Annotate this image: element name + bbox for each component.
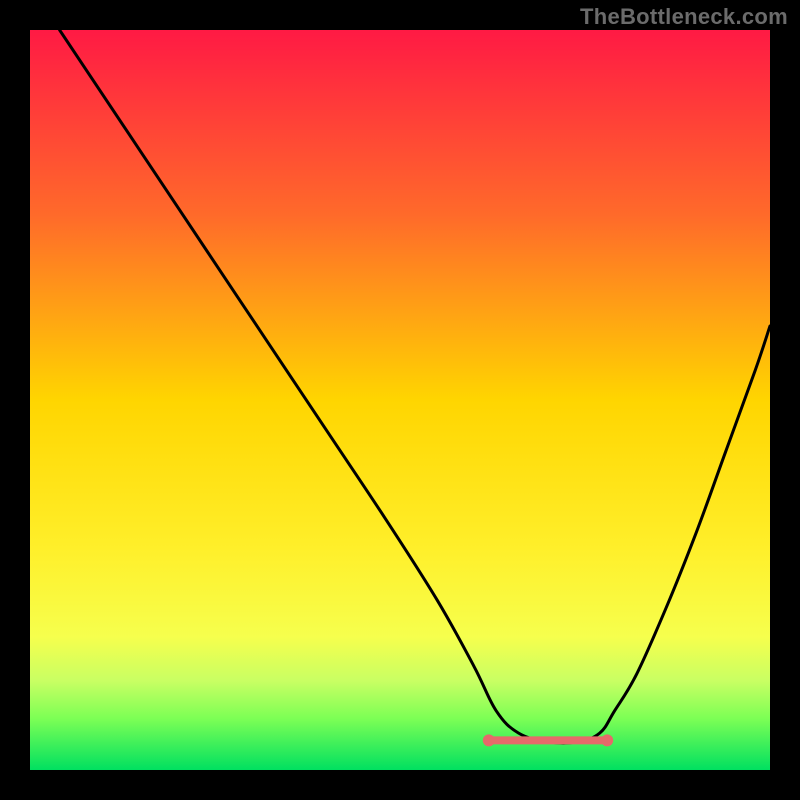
gradient-background (30, 30, 770, 770)
chart-frame: TheBottleneck.com (0, 0, 800, 800)
chart-svg (0, 0, 800, 800)
watermark-text: TheBottleneck.com (580, 4, 788, 30)
